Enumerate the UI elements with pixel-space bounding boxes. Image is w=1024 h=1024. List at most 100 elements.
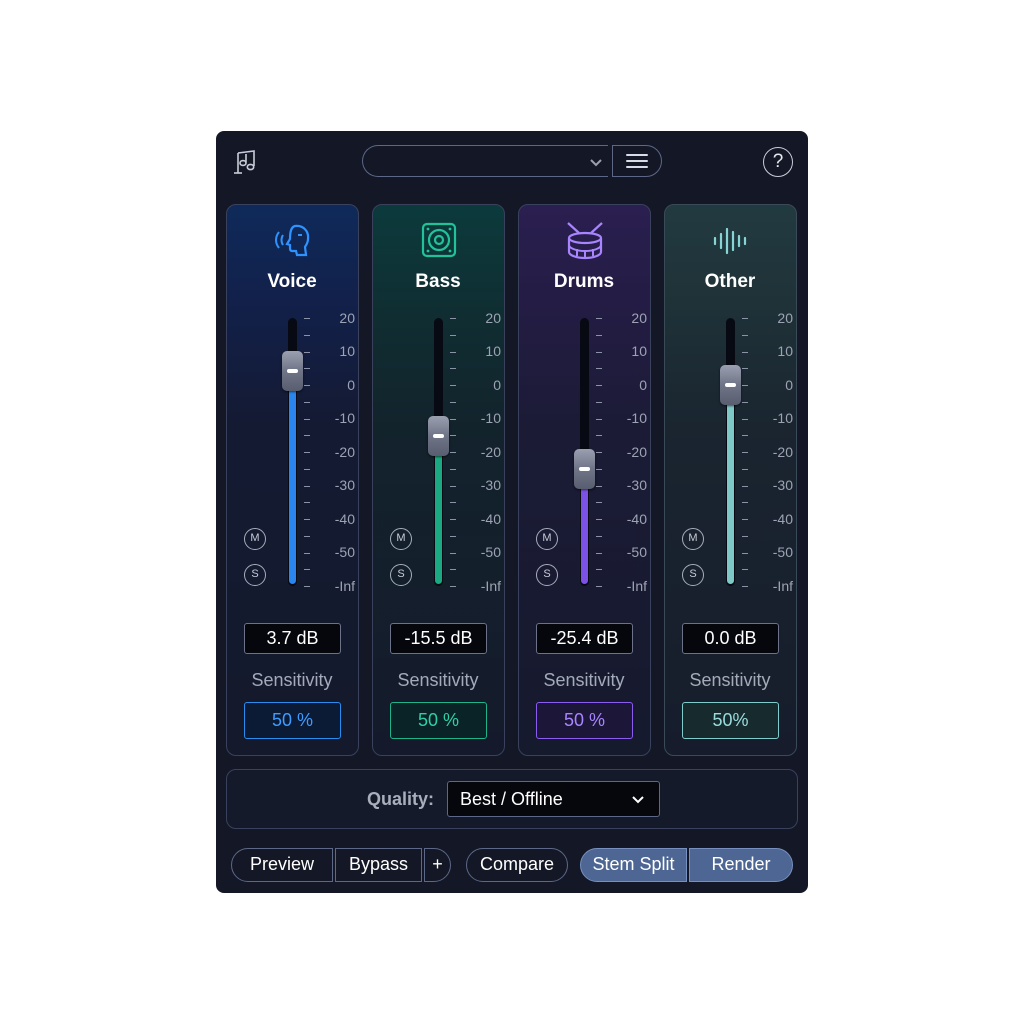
scale-label: 0: [347, 377, 355, 393]
tick-mark: [450, 351, 456, 353]
scale-label: -30: [480, 477, 501, 493]
preset-dropdown[interactable]: [362, 145, 608, 177]
scale-label: -10: [334, 410, 355, 426]
tick-mark: [450, 385, 456, 386]
tick-mark: [450, 552, 456, 554]
tick-mark: [450, 334, 456, 336]
tick-mark: [742, 552, 748, 554]
tick-mark: [450, 586, 456, 587]
scale-label: -20: [334, 444, 355, 460]
fader-bass[interactable]: [428, 318, 449, 586]
scale-label: 20: [777, 310, 793, 326]
tick-mark: [450, 468, 456, 470]
tick-mark: [304, 485, 310, 487]
stem-panel-voice: Voice 20 10 0 -10 -20 -30 -40 -50 -Inf M S 3.7 d…: [226, 204, 359, 756]
stem-split-button[interactable]: Stem Split: [580, 848, 687, 882]
gain-value-field[interactable]: 3.7 dB: [244, 623, 341, 654]
scale-label: 0: [785, 377, 793, 393]
tick-mark: [596, 401, 602, 403]
solo-button[interactable]: S: [682, 564, 704, 586]
mute-button[interactable]: M: [244, 528, 266, 550]
fader-thumb[interactable]: [574, 449, 595, 489]
gain-value-field[interactable]: -15.5 dB: [390, 623, 487, 654]
scale-label: -50: [772, 544, 793, 560]
help-button[interactable]: ?: [763, 147, 793, 177]
tick-mark: [450, 401, 456, 403]
solo-button[interactable]: S: [536, 564, 558, 586]
solo-button[interactable]: S: [244, 564, 266, 586]
tick-mark: [304, 351, 310, 353]
scale-label: -50: [626, 544, 647, 560]
scale-label: -Inf: [772, 578, 793, 594]
tick-mark: [450, 485, 456, 487]
tick-mark: [742, 468, 748, 470]
tick-mark: [742, 535, 748, 537]
tick-mark: [742, 502, 748, 504]
sensitivity-label: Sensitivity: [397, 670, 479, 690]
fader-thumb[interactable]: [428, 416, 449, 456]
quality-value: Best / Offline: [460, 789, 563, 809]
fader-other[interactable]: [720, 318, 741, 586]
scale-label: -40: [772, 511, 793, 527]
chevron-down-icon: [590, 159, 602, 167]
scale-label: 10: [777, 343, 793, 359]
fader-thumb[interactable]: [282, 351, 303, 391]
tick-mark: [742, 569, 748, 571]
compare-button[interactable]: Compare: [466, 848, 568, 882]
scale-label: -20: [480, 444, 501, 460]
stem-panel-drums: Drums 20 10 0 -10 -20 -30 -40 -50 -Inf M S -25.4…: [518, 204, 651, 756]
tick-mark: [450, 368, 456, 370]
fader-voice[interactable]: [282, 318, 303, 586]
tick-mark: [742, 334, 748, 336]
render-button[interactable]: Render: [689, 848, 793, 882]
scale-label: -30: [626, 477, 647, 493]
sensitivity-field[interactable]: 50 %: [244, 702, 341, 739]
tick-mark: [304, 385, 310, 386]
scale-label: -20: [772, 444, 793, 460]
bypass-button[interactable]: Bypass: [335, 848, 422, 882]
mute-button[interactable]: M: [390, 528, 412, 550]
tick-mark: [596, 535, 602, 537]
fader-ticks: [742, 318, 748, 588]
quality-dropdown[interactable]: Best / Offline: [447, 781, 660, 817]
gain-value-field[interactable]: 0.0 dB: [682, 623, 779, 654]
fader-drums[interactable]: [574, 318, 595, 586]
tick-mark: [450, 318, 456, 319]
stem-name: Drums: [553, 271, 615, 292]
tick-mark: [304, 401, 310, 403]
tick-mark: [596, 552, 602, 554]
tick-mark: [304, 435, 310, 437]
level-scale: 20 10 0 -10 -20 -30 -40 -50 -Inf: [315, 309, 355, 599]
mute-button[interactable]: M: [536, 528, 558, 550]
tick-mark: [742, 318, 748, 319]
tick-mark: [450, 569, 456, 571]
scale-label: 10: [485, 343, 501, 359]
tick-mark: [304, 418, 310, 420]
level-scale: 20 10 0 -10 -20 -30 -40 -50 -Inf: [607, 309, 647, 599]
scale-label: 20: [485, 310, 501, 326]
sensitivity-field[interactable]: 50%: [682, 702, 779, 739]
tick-mark: [450, 502, 456, 504]
tick-mark: [596, 435, 602, 437]
add-button[interactable]: +: [424, 848, 451, 882]
tick-mark: [450, 435, 456, 437]
voice-head-icon: [275, 224, 310, 257]
mute-button[interactable]: M: [682, 528, 704, 550]
waveform-icon: [713, 227, 747, 255]
scale-label: 0: [493, 377, 501, 393]
drum-icon: [567, 222, 603, 260]
fader-thumb[interactable]: [720, 365, 741, 405]
tick-mark: [304, 569, 310, 571]
preset-menu-button[interactable]: [612, 145, 662, 177]
fader-fill: [727, 384, 734, 584]
tick-mark: [596, 351, 602, 353]
fader-fill: [289, 372, 296, 584]
sensitivity-field[interactable]: 50 %: [390, 702, 487, 739]
gain-value-field[interactable]: -25.4 dB: [536, 623, 633, 654]
sensitivity-field[interactable]: 50 %: [536, 702, 633, 739]
scale-label: -30: [772, 477, 793, 493]
preview-button[interactable]: Preview: [231, 848, 333, 882]
scale-label: 20: [631, 310, 647, 326]
solo-button[interactable]: S: [390, 564, 412, 586]
tick-mark: [304, 535, 310, 537]
